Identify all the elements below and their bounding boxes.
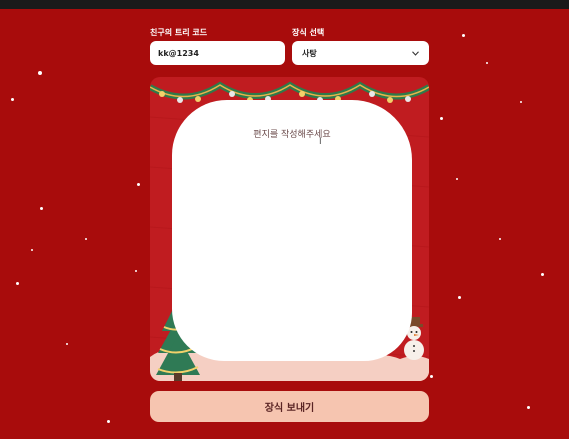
top-bar [0,0,569,9]
friend-code-input[interactable] [150,41,285,65]
decoration-label: 장식 선택 [292,28,325,37]
letter-placeholder: 편지를 작성해주세요 [253,130,331,140]
send-decoration-label: 장식 보내기 [264,403,315,414]
friend-code-label: 친구의 트리 코드 [150,28,208,37]
decoration-selected-value: 사탕 [302,48,317,58]
send-decoration-button[interactable]: 장식 보내기 [150,391,429,422]
chevron-down-icon [412,49,419,58]
decoration-select[interactable]: 사탕 [292,41,429,65]
text-cursor-icon: I [319,137,322,147]
